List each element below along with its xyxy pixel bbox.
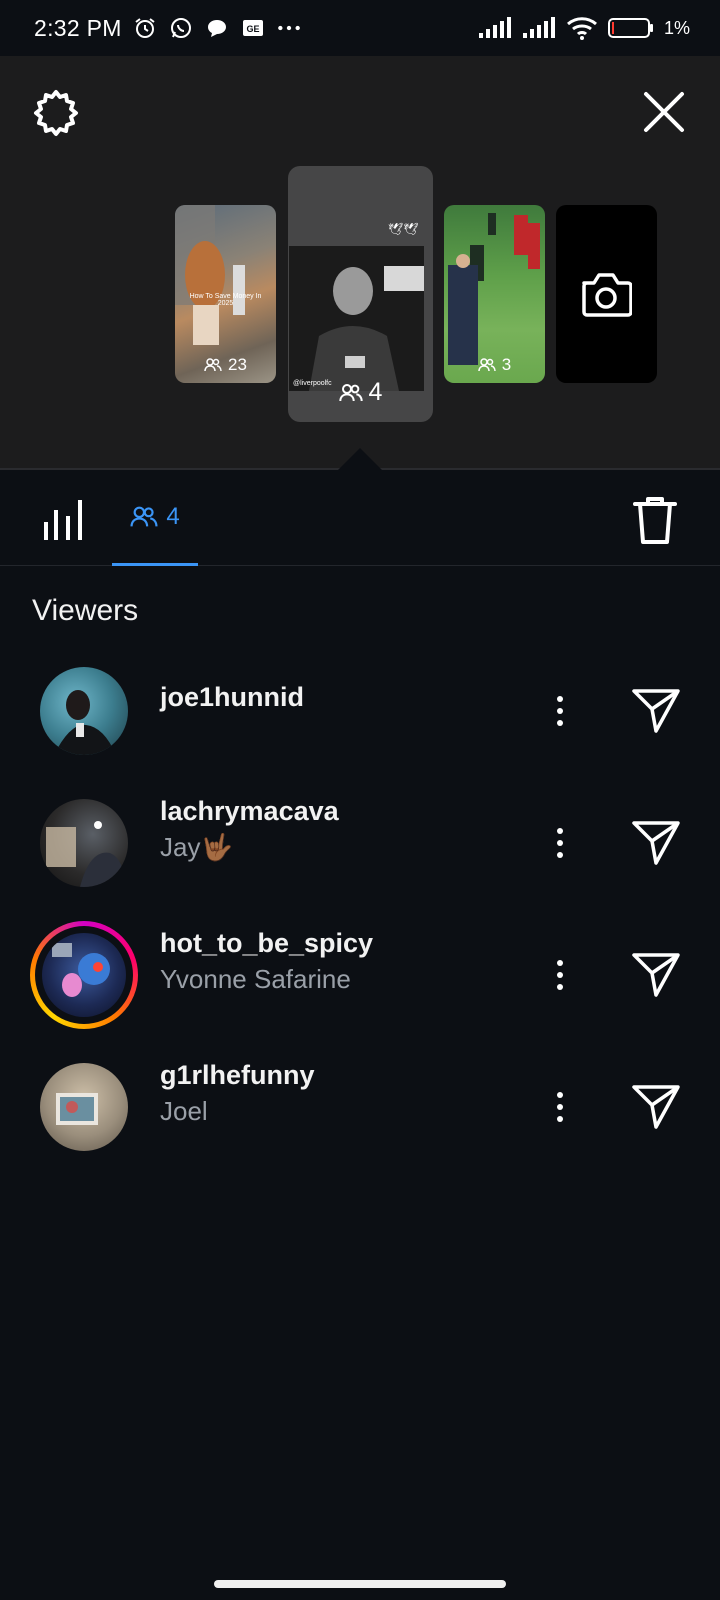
avatar-image <box>56 1093 98 1125</box>
avatar[interactable] <box>40 667 128 755</box>
section-title: Viewers <box>32 594 139 627</box>
whatsapp-icon <box>168 15 194 41</box>
avatar[interactable] <box>40 799 128 887</box>
alarm-icon <box>132 15 158 41</box>
viewers-icon <box>130 506 158 526</box>
avatar[interactable] <box>40 1063 128 1151</box>
more-options-icon[interactable] <box>540 687 580 735</box>
home-indicator[interactable] <box>214 1580 506 1588</box>
battery-icon <box>607 15 654 41</box>
trash-icon[interactable] <box>632 494 678 546</box>
news-icon: GE <box>240 15 266 41</box>
status-time: 2:32 PM <box>34 14 122 41</box>
more-options-icon[interactable] <box>540 1083 580 1131</box>
story-caption: How To Save Money In 2025 <box>189 293 262 307</box>
story-viewer-count: 23 <box>175 355 276 375</box>
story-thumbnail[interactable]: 3 <box>444 205 545 383</box>
viewer-row[interactable]: lachrymacava Jay🤟🏾 <box>0 788 720 898</box>
send-message-icon[interactable] <box>630 817 682 869</box>
viewer-row[interactable]: hot_to_be_spicy Yvonne Safarine <box>0 920 720 1030</box>
selection-pointer <box>338 448 382 470</box>
viewer-display-name: Jay🤟🏾 <box>160 832 233 862</box>
more-dots-icon <box>276 15 302 41</box>
viewers-icon <box>338 383 363 401</box>
viewer-display-name: Joel <box>160 1096 208 1126</box>
signal-icon <box>522 15 556 41</box>
viewers-icon <box>204 358 222 372</box>
svg-text:GE: GE <box>246 24 259 34</box>
avatar-image <box>52 943 110 997</box>
send-message-icon[interactable] <box>630 685 682 737</box>
story-preview-panel: How To Save Money In 2025 23 @liverpoolf… <box>0 56 720 470</box>
viewer-row[interactable]: g1rlhefunny Joel <box>0 1052 720 1162</box>
add-story-button[interactable] <box>556 205 657 383</box>
story-image <box>289 246 424 391</box>
camera-icon <box>582 273 632 317</box>
avatar-image <box>46 821 126 887</box>
wifi-icon <box>566 15 598 41</box>
avatar-image <box>54 690 116 755</box>
story-emoji-sticker: 🕊🕊 <box>388 222 419 236</box>
send-message-icon[interactable] <box>630 949 682 1001</box>
status-bar: 2:32 PM GE 1% <box>0 0 720 56</box>
viewer-username[interactable]: lachrymacava <box>160 796 339 827</box>
gear-icon[interactable] <box>30 86 82 138</box>
bar-chart-icon[interactable] <box>40 498 88 542</box>
chat-bubble-icon <box>204 15 230 41</box>
story-viewer-count: 4 <box>288 378 433 407</box>
viewer-username[interactable]: joe1hunnid <box>160 682 304 713</box>
battery-percent: 1% <box>663 17 690 38</box>
viewer-display-name: Yvonne Safarine <box>160 964 351 994</box>
story-thumbnail[interactable]: How To Save Money In 2025 23 <box>175 205 276 383</box>
viewer-username[interactable]: g1rlhefunny <box>160 1060 315 1091</box>
more-options-icon[interactable] <box>540 819 580 867</box>
send-message-icon[interactable] <box>630 1081 682 1133</box>
tab-viewers[interactable]: 4 <box>112 470 198 566</box>
story-thumbnail-selected[interactable]: @liverpoolfc <box>289 246 424 391</box>
viewers-icon <box>478 358 496 372</box>
signal-icon <box>478 15 512 41</box>
story-viewer-count: 3 <box>444 355 545 375</box>
avatar[interactable] <box>42 933 126 1017</box>
tab-viewers-count: 4 <box>166 502 180 530</box>
close-icon[interactable] <box>638 86 690 138</box>
more-options-icon[interactable] <box>540 951 580 999</box>
tab-bar: 4 <box>0 470 720 566</box>
viewer-username[interactable]: hot_to_be_spicy <box>160 928 373 959</box>
viewer-row[interactable]: joe1hunnid <box>0 656 720 766</box>
